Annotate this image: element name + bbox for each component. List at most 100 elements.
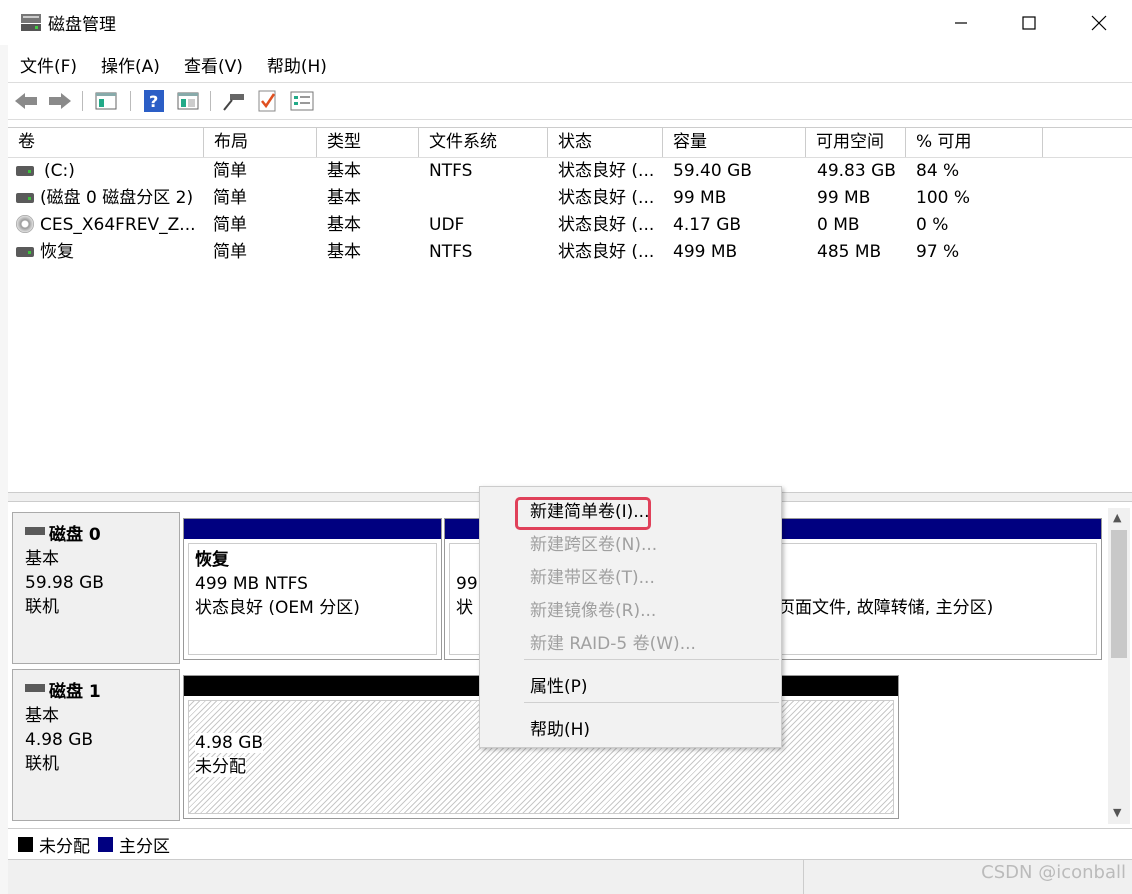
volume-free-space: 49.83 GB [817,161,896,181]
console-tree-button[interactable] [92,87,120,115]
disk-1-type: 基本 [25,706,59,726]
menu-new-mirrored-volume[interactable]: 新建镜像卷(R)... [530,596,656,621]
volume-status: 状态良好 (... [558,161,655,181]
menu-file[interactable]: 文件(F) [8,48,89,78]
column-header-type[interactable]: 类型 [317,128,419,157]
drive-icon [16,166,34,176]
properties-icon [290,91,314,111]
disk-icon [25,684,45,692]
title-bar: 磁盘管理 [0,0,1132,45]
volume-status: 状态良好 (... [558,242,655,262]
minimize-button[interactable] [926,0,996,45]
toolbar-separator [130,91,131,111]
column-header-status[interactable]: 状态 [548,128,663,157]
disk-1-name-row: 磁盘 1 [25,680,179,704]
menu-new-striped-volume[interactable]: 新建带区卷(T)... [530,563,655,588]
legend-primary: 主分区 [119,836,170,857]
forward-button[interactable] [46,87,74,115]
menu-help-item[interactable]: 帮助(H) [530,715,590,740]
volume-filesystem: NTFS [429,242,473,262]
partition-size: 4.98 GB [195,733,264,753]
partition-title: 恢复 [195,550,229,570]
partition-status: 页面文件, 故障转储, 主分区) [778,598,994,618]
menu-separator [524,702,779,703]
volume-row[interactable]: CES_X64FREV_Z... 简单 基本 UDF 状态良好 (... 4.1… [8,212,1132,239]
volume-type: 基本 [327,215,361,235]
volume-percent-free: 100 % [916,188,971,208]
menu-properties[interactable]: 属性(P) [530,672,588,697]
volume-type: 基本 [327,188,361,208]
column-header-filesystem[interactable]: 文件系统 [419,128,548,157]
console-tree-icon [95,92,117,110]
volume-capacity: 4.17 GB [673,215,742,235]
volume-name: 恢复 [40,242,74,262]
context-menu: 新建简单卷(I)... 新建跨区卷(N)... 新建带区卷(T)... 新建镜像… [479,486,782,748]
legend-unallocated: 未分配 [39,836,90,857]
check-icon [258,90,276,112]
scroll-down-icon[interactable]: ▼ [1113,806,1121,819]
column-header-volume[interactable]: 卷 [8,128,204,157]
volume-capacity: 99 MB [673,188,727,208]
close-button[interactable] [1064,0,1132,45]
menu-new-spanned-volume[interactable]: 新建跨区卷(N)... [530,530,657,555]
column-header-layout[interactable]: 布局 [204,128,317,157]
volume-status: 状态良好 (... [558,188,655,208]
volume-capacity: 499 MB [673,242,738,262]
toolbar: ? [8,82,1132,120]
volume-filesystem: NTFS [429,161,473,181]
volume-name: (C:) [44,161,75,181]
menu-separator [524,659,779,660]
volume-row[interactable]: (C:) 简单 基本 NTFS 状态良好 (... 59.40 GB 49.83… [8,158,1132,185]
check-button[interactable] [254,87,282,115]
scroll-up-icon[interactable]: ▲ [1113,511,1121,524]
disk-1-name: 磁盘 1 [49,682,101,702]
disk-1-label[interactable]: 磁盘 1 基本 4.98 GB 联机 [12,669,180,821]
disk-0-type: 基本 [25,549,59,569]
legend-bar: 未分配 主分区 [8,828,1132,860]
window-title: 磁盘管理 [48,15,116,35]
drive-icon [16,247,34,257]
watermark: CSDN @iconball [981,862,1126,883]
back-button[interactable] [12,87,40,115]
volume-list-header: 卷 布局 类型 文件系统 状态 容量 可用空间 % 可用 [8,128,1132,158]
toolbar-separator [210,91,211,111]
unallocated-swatch [18,836,33,852]
toolbar-separator [82,91,83,111]
menu-view[interactable]: 查看(V) [172,48,255,78]
volume-percent-free: 97 % [916,242,960,262]
maximize-icon [1022,15,1036,30]
disk-1-size: 4.98 GB [25,730,94,750]
disk-0-label[interactable]: 磁盘 0 基本 59.98 GB 联机 [12,512,180,664]
help-button[interactable]: ? [140,87,168,115]
highlight-box [515,497,651,530]
column-header-capacity[interactable]: 容量 [663,128,806,157]
back-icon [15,93,37,109]
menu-action[interactable]: 操作(A) [89,48,172,78]
partition-size-fs: 499 MB NTFS [195,574,308,594]
volume-name: CES_X64FREV_Z... [40,215,196,235]
column-header-free-space[interactable]: 可用空间 [806,128,906,157]
volume-row[interactable]: (磁盘 0 磁盘分区 2) 简单 基本 状态良好 (... 99 MB 99 M… [8,185,1132,212]
maximize-button[interactable] [994,0,1064,45]
status-bar [8,860,1132,894]
menu-new-raid5-volume[interactable]: 新建 RAID-5 卷(W)... [530,629,696,654]
graphical-view-scrollbar[interactable]: ▲ ▼ [1108,508,1130,824]
close-icon [1091,15,1107,30]
partition-status: 未分配 [195,757,246,777]
volume-free-space: 99 MB [817,188,871,208]
volume-row[interactable]: 恢复 简单 基本 NTFS 状态良好 (... 499 MB 485 MB 97… [8,239,1132,266]
menu-help[interactable]: 帮助(H) [255,48,339,78]
show-hide-button[interactable] [174,87,202,115]
volume-capacity: 59.40 GB [673,161,752,181]
volume-type: 基本 [327,161,361,181]
scrollbar-thumb[interactable] [1111,530,1127,658]
disk-0-name: 磁盘 0 [49,525,101,545]
column-header-percent-free[interactable]: % 可用 [906,128,1043,157]
drive-icon [16,193,34,203]
primary-swatch [98,836,113,852]
properties-button[interactable] [288,87,316,115]
connect-button[interactable] [220,87,248,115]
partition-recovery[interactable]: 恢复 499 MB NTFS 状态良好 (OEM 分区) [183,518,442,660]
volume-type: 基本 [327,242,361,262]
forward-icon [49,93,71,109]
